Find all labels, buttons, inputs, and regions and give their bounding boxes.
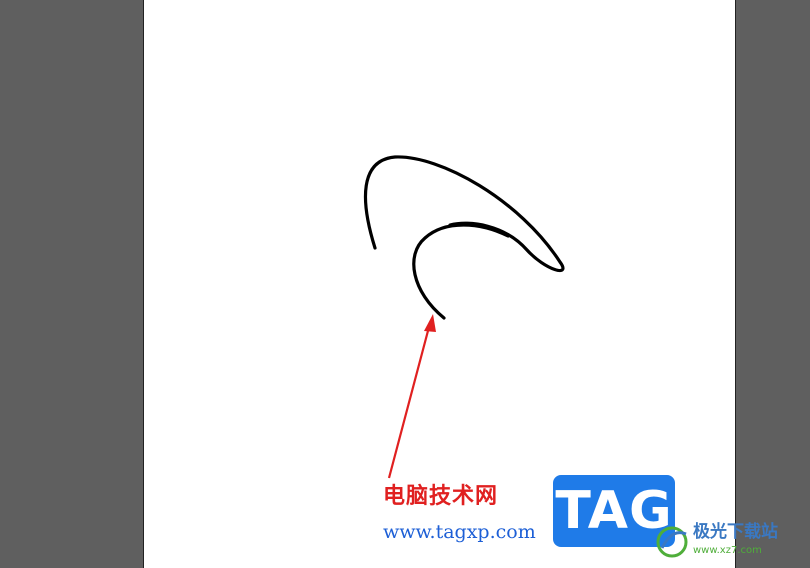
watermark-url: www.tagxp.com bbox=[383, 521, 536, 543]
site-url: www.xz7.com bbox=[693, 545, 762, 556]
curve-path-2[interactable] bbox=[412, 223, 510, 320]
site-name: 极光下载站 bbox=[693, 522, 778, 542]
curve-path-1[interactable] bbox=[363, 155, 565, 273]
watermark-title: 电脑技术网 bbox=[383, 484, 499, 509]
annotation-arrow bbox=[387, 314, 436, 479]
